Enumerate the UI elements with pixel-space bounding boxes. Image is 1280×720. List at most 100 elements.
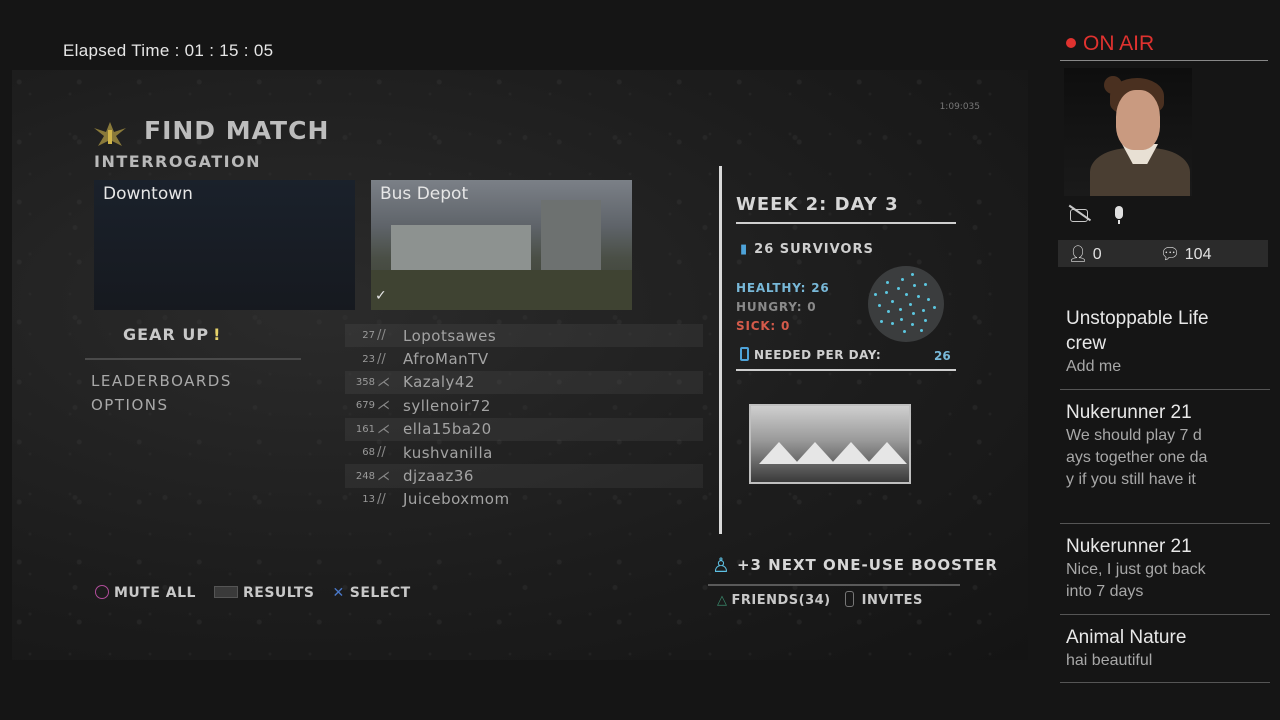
results-button[interactable]: RESULTS bbox=[213, 585, 315, 601]
speech-bubble-icon: 💬︎ bbox=[1160, 245, 1181, 263]
player-list: 27//Lopotsawes 23//AfroManTV 358 ⋌ Kazaly4… bbox=[345, 324, 703, 511]
touchpad-icon bbox=[213, 586, 238, 598]
survivor-dot bbox=[910, 322, 914, 326]
viewers-value: 0 bbox=[1092, 245, 1102, 263]
chat-text: Nice, I just got back into 7 days bbox=[1066, 561, 1206, 600]
select-label: SELECT bbox=[349, 585, 411, 601]
check-icon: ✓ bbox=[375, 288, 387, 304]
needed-per-day: NEEDED PER DAY: bbox=[740, 347, 881, 362]
chat-message: Unstoppable Life crew Add me bbox=[1060, 306, 1270, 390]
chat-author: Nukerunner 21 bbox=[1066, 402, 1192, 423]
survivor-dot bbox=[903, 330, 907, 334]
player-name: kushvanilla bbox=[403, 443, 493, 462]
player-name: djzaaz36 bbox=[403, 467, 474, 486]
player-row[interactable]: 27// Lopotsawes bbox=[345, 324, 703, 348]
chat-message: Nukerunner 21 We should play 7 days toge… bbox=[1060, 400, 1270, 524]
survivor-dot bbox=[923, 318, 927, 322]
elapsed-time: Elapsed Time : 01 : 15 : 05 bbox=[63, 41, 274, 60]
chat-author: Animal Nature bbox=[1066, 627, 1187, 648]
booster-label: +3 NEXT ONE-USE BOOSTER bbox=[736, 556, 998, 574]
needed-label: NEEDED PER DAY: bbox=[754, 348, 882, 362]
player-row[interactable]: 13// Juiceboxmom bbox=[345, 488, 703, 511]
rank-icon: ⋌ bbox=[377, 374, 390, 390]
survivor-dot bbox=[886, 309, 890, 313]
rank-icon: ⋌ bbox=[377, 468, 390, 484]
player-row[interactable]: 161 ⋌ ella15ba20 bbox=[345, 417, 703, 441]
rank-icon: // bbox=[377, 445, 386, 461]
survivor-dot bbox=[927, 297, 931, 301]
survivor-dots bbox=[868, 266, 944, 342]
person-icon: 👤︎ bbox=[1068, 245, 1089, 263]
survivor-dot bbox=[890, 322, 894, 326]
player-rank: 248 bbox=[355, 470, 375, 482]
timecode: 1:09:035 bbox=[939, 102, 980, 112]
camp-image bbox=[749, 404, 911, 484]
survivor-dot bbox=[878, 303, 882, 307]
mic-icon[interactable] bbox=[1108, 206, 1130, 224]
survivor-dot bbox=[916, 294, 920, 298]
triangle-button-icon: △ bbox=[717, 593, 728, 608]
results-label: RESULTS bbox=[242, 585, 315, 601]
friends-invites-bar: △ FRIENDS(34) INVITES bbox=[717, 591, 923, 608]
square-button-icon bbox=[95, 585, 109, 599]
page-title: FIND MATCH bbox=[144, 116, 330, 145]
survivor-dot bbox=[923, 283, 927, 287]
booster-info: ♙ +3 NEXT ONE-USE BOOSTER bbox=[712, 553, 998, 577]
player-rank: 679 bbox=[355, 400, 375, 412]
invites-button[interactable]: INVITES bbox=[862, 593, 923, 608]
game-screen: 1:09:035 FIND MATCH INTERROGATION Downto… bbox=[12, 70, 1028, 660]
menu-options[interactable]: OPTIONS bbox=[91, 396, 169, 414]
on-air-indicator: ON AIR bbox=[1066, 32, 1154, 56]
comments-count: 💬︎ 104 bbox=[1160, 244, 1211, 264]
player-row[interactable]: 68// kushvanilla bbox=[345, 441, 703, 464]
player-row[interactable]: 679 ⋌ syllenoir72 bbox=[345, 394, 703, 417]
rank-icon: ⋌ bbox=[377, 398, 390, 414]
survivor-dot bbox=[921, 308, 925, 312]
avatar-face bbox=[1116, 90, 1160, 150]
map-card-bus-depot[interactable]: Bus Depot ✓ bbox=[371, 180, 632, 310]
comments-value: 104 bbox=[1184, 245, 1212, 263]
survivor-dot bbox=[898, 307, 902, 311]
rank-icon: // bbox=[377, 328, 386, 344]
tent-shape bbox=[759, 442, 799, 464]
rank-icon: // bbox=[377, 491, 386, 507]
firefly-icon bbox=[94, 122, 126, 146]
tent-shape bbox=[867, 442, 907, 464]
survivor-dot bbox=[908, 302, 912, 306]
survivor-dot bbox=[905, 292, 909, 296]
friends-button[interactable]: FRIENDS(34) bbox=[732, 593, 831, 608]
camera-off-icon[interactable] bbox=[1070, 206, 1092, 224]
cross-button-icon: ✕ bbox=[332, 585, 345, 601]
menu-leaderboards[interactable]: LEADERBOARDS bbox=[91, 372, 232, 390]
survivor-dot bbox=[911, 272, 915, 276]
survivor-dot bbox=[911, 311, 915, 315]
survivor-dot bbox=[880, 319, 884, 323]
player-row[interactable]: 248 ⋌ djzaaz36 bbox=[345, 464, 703, 488]
rank-icon: // bbox=[377, 351, 386, 367]
chat-text: hai beautiful bbox=[1066, 652, 1153, 669]
mute-all-label: MUTE ALL bbox=[114, 585, 196, 601]
survivor-dot bbox=[933, 306, 937, 310]
stream-stats: 👤︎ 0 💬︎ 104 bbox=[1058, 240, 1268, 267]
divider bbox=[708, 584, 960, 586]
rank-icon: ⋌ bbox=[377, 421, 390, 437]
gear-up-button[interactable]: GEAR UP! bbox=[123, 325, 221, 344]
divider bbox=[85, 358, 301, 360]
healthy-stat: HEALTHY: 26 bbox=[736, 281, 830, 295]
survivor-dot bbox=[891, 300, 895, 304]
mute-all-button[interactable]: MUTE ALL bbox=[95, 585, 196, 601]
player-row[interactable]: 23// AfroManTV bbox=[345, 347, 703, 370]
gear-up-label: GEAR UP bbox=[123, 325, 210, 344]
map-preview-ground bbox=[371, 270, 632, 310]
survivor-dot bbox=[913, 284, 917, 288]
chat-text: We should play 7 days together one day i… bbox=[1066, 427, 1208, 488]
map-label: Downtown bbox=[103, 184, 193, 204]
player-name: Lopotsawes bbox=[403, 326, 497, 345]
select-button[interactable]: ✕ SELECT bbox=[333, 585, 411, 601]
stream-controls bbox=[1070, 206, 1130, 224]
hungry-stat: HUNGRY: 0 bbox=[736, 300, 817, 314]
player-name: Juiceboxmom bbox=[403, 490, 510, 509]
alert-icon: ! bbox=[213, 325, 222, 344]
map-card-downtown[interactable]: Downtown bbox=[94, 180, 355, 310]
player-row[interactable]: 358 ⋌ Kazaly42 bbox=[345, 370, 703, 395]
